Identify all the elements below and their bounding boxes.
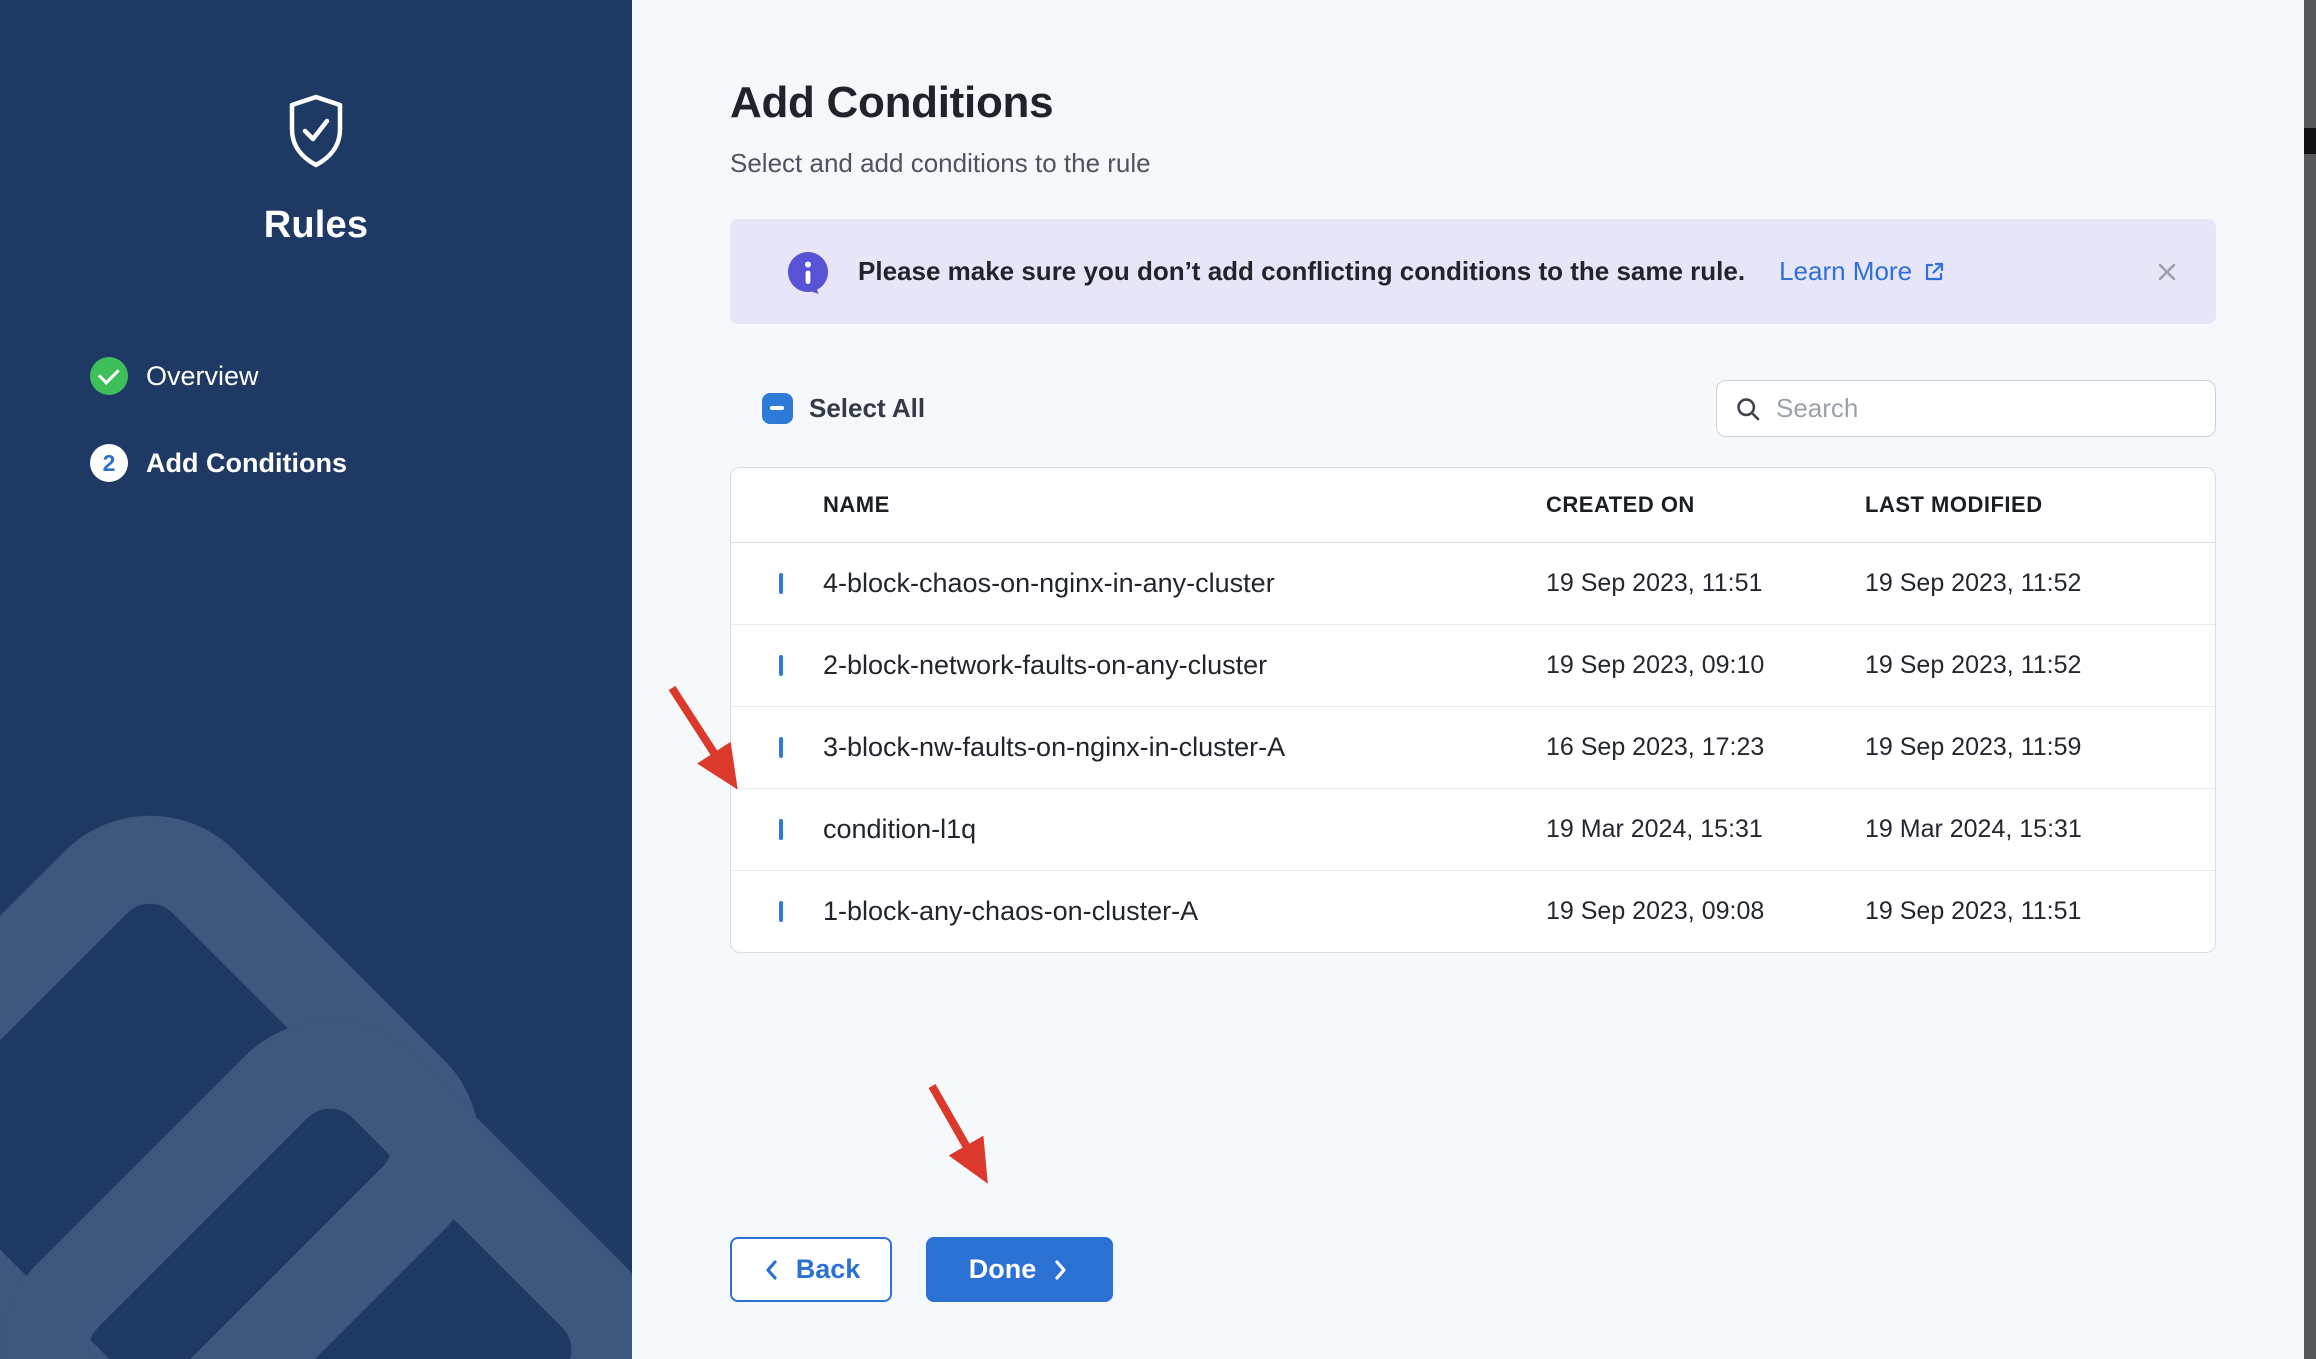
shield-check-icon <box>284 94 348 168</box>
step-overview-label: Overview <box>146 361 259 392</box>
row-checkbox[interactable] <box>779 655 783 676</box>
info-banner: Please make sure you don’t add conflicti… <box>730 219 2216 324</box>
table-header: NAME CREATED ON LAST MODIFIED <box>731 468 2215 543</box>
banner-message: Please make sure you don’t add conflicti… <box>858 256 1745 287</box>
column-header-last-modified: LAST MODIFIED <box>1865 492 2215 518</box>
last-modified-value: 19 Sep 2023, 11:51 <box>1865 897 2215 926</box>
external-link-icon <box>1922 260 1946 284</box>
row-checkbox[interactable] <box>779 737 783 758</box>
table-row[interactable]: 3-block-nw-faults-on-nginx-in-cluster-A … <box>731 707 2215 789</box>
conditions-table: NAME CREATED ON LAST MODIFIED 4-block-ch… <box>730 467 2216 953</box>
back-button[interactable]: Back <box>730 1237 892 1302</box>
last-modified-value: 19 Mar 2024, 15:31 <box>1865 815 2215 844</box>
row-checkbox[interactable] <box>779 901 783 922</box>
back-button-label: Back <box>796 1254 861 1285</box>
done-button-label: Done <box>969 1254 1037 1285</box>
step-number-badge: 2 <box>90 444 128 482</box>
condition-name: 2-block-network-faults-on-any-cluster <box>823 650 1546 681</box>
table-row-selected[interactable]: condition-l1q 19 Mar 2024, 15:31 19 Mar … <box>731 789 2215 871</box>
scrollbar[interactable] <box>2304 0 2316 1359</box>
table-row[interactable]: 1-block-any-chaos-on-cluster-A 19 Sep 20… <box>731 871 2215 952</box>
wizard-steps: Overview 2 Add Conditions <box>90 357 347 482</box>
info-icon <box>786 250 830 294</box>
condition-name: 1-block-any-chaos-on-cluster-A <box>823 896 1546 927</box>
table-row[interactable]: 4-block-chaos-on-nginx-in-any-cluster 19… <box>731 543 2215 625</box>
wizard-title: Rules <box>264 204 368 247</box>
done-button[interactable]: Done <box>926 1237 1113 1302</box>
created-on-value: 19 Sep 2023, 09:08 <box>1546 897 1865 926</box>
learn-more-label: Learn More <box>1779 256 1912 287</box>
condition-name: 3-block-nw-faults-on-nginx-in-cluster-A <box>823 732 1546 763</box>
chevron-left-icon <box>762 1258 782 1282</box>
sidebar-header: Rules <box>0 94 632 247</box>
table-toolbar: Select All <box>730 380 2216 437</box>
last-modified-value: 19 Sep 2023, 11:52 <box>1865 651 2215 680</box>
row-checkbox[interactable] <box>779 573 783 594</box>
learn-more-link[interactable]: Learn More <box>1779 256 1946 287</box>
rules-wizard-window: Rules Overview 2 Add Conditions Add Cond… <box>0 0 2316 1359</box>
search-input[interactable] <box>1774 392 2197 425</box>
last-modified-value: 19 Sep 2023, 11:59 <box>1865 733 2215 762</box>
table-row[interactable]: 2-block-network-faults-on-any-cluster 19… <box>731 625 2215 707</box>
created-on-value: 19 Sep 2023, 09:10 <box>1546 651 1865 680</box>
wizard-footer: Back Done <box>730 1237 2216 1302</box>
step-overview[interactable]: Overview <box>90 357 347 395</box>
created-on-value: 16 Sep 2023, 17:23 <box>1546 733 1865 762</box>
indeterminate-checkbox-icon <box>762 393 793 424</box>
created-on-value: 19 Sep 2023, 11:51 <box>1546 569 1865 598</box>
page-subtitle: Select and add conditions to the rule <box>730 148 2216 179</box>
row-checkbox[interactable] <box>779 819 783 840</box>
chevron-right-icon <box>1050 1258 1070 1282</box>
created-on-value: 19 Mar 2024, 15:31 <box>1546 815 1865 844</box>
search-icon <box>1735 396 1761 422</box>
close-icon[interactable] <box>2152 257 2182 287</box>
page-title: Add Conditions <box>730 0 2216 128</box>
condition-name: condition-l1q <box>823 814 1546 845</box>
column-header-created-on: CREATED ON <box>1546 492 1865 518</box>
select-all-label: Select All <box>809 393 925 424</box>
select-all-checkbox[interactable]: Select All <box>762 393 925 424</box>
step-add-conditions-label: Add Conditions <box>146 448 347 479</box>
column-header-name: NAME <box>823 492 1546 518</box>
step-add-conditions[interactable]: 2 Add Conditions <box>90 444 347 482</box>
wizard-sidebar: Rules Overview 2 Add Conditions <box>0 0 632 1359</box>
scrollbar-thumb[interactable] <box>2304 128 2316 154</box>
search-box[interactable] <box>1716 380 2216 437</box>
step-complete-icon <box>90 357 128 395</box>
last-modified-value: 19 Sep 2023, 11:52 <box>1865 569 2215 598</box>
condition-name: 4-block-chaos-on-nginx-in-any-cluster <box>823 568 1546 599</box>
main-panel: Add Conditions Select and add conditions… <box>632 0 2316 1359</box>
